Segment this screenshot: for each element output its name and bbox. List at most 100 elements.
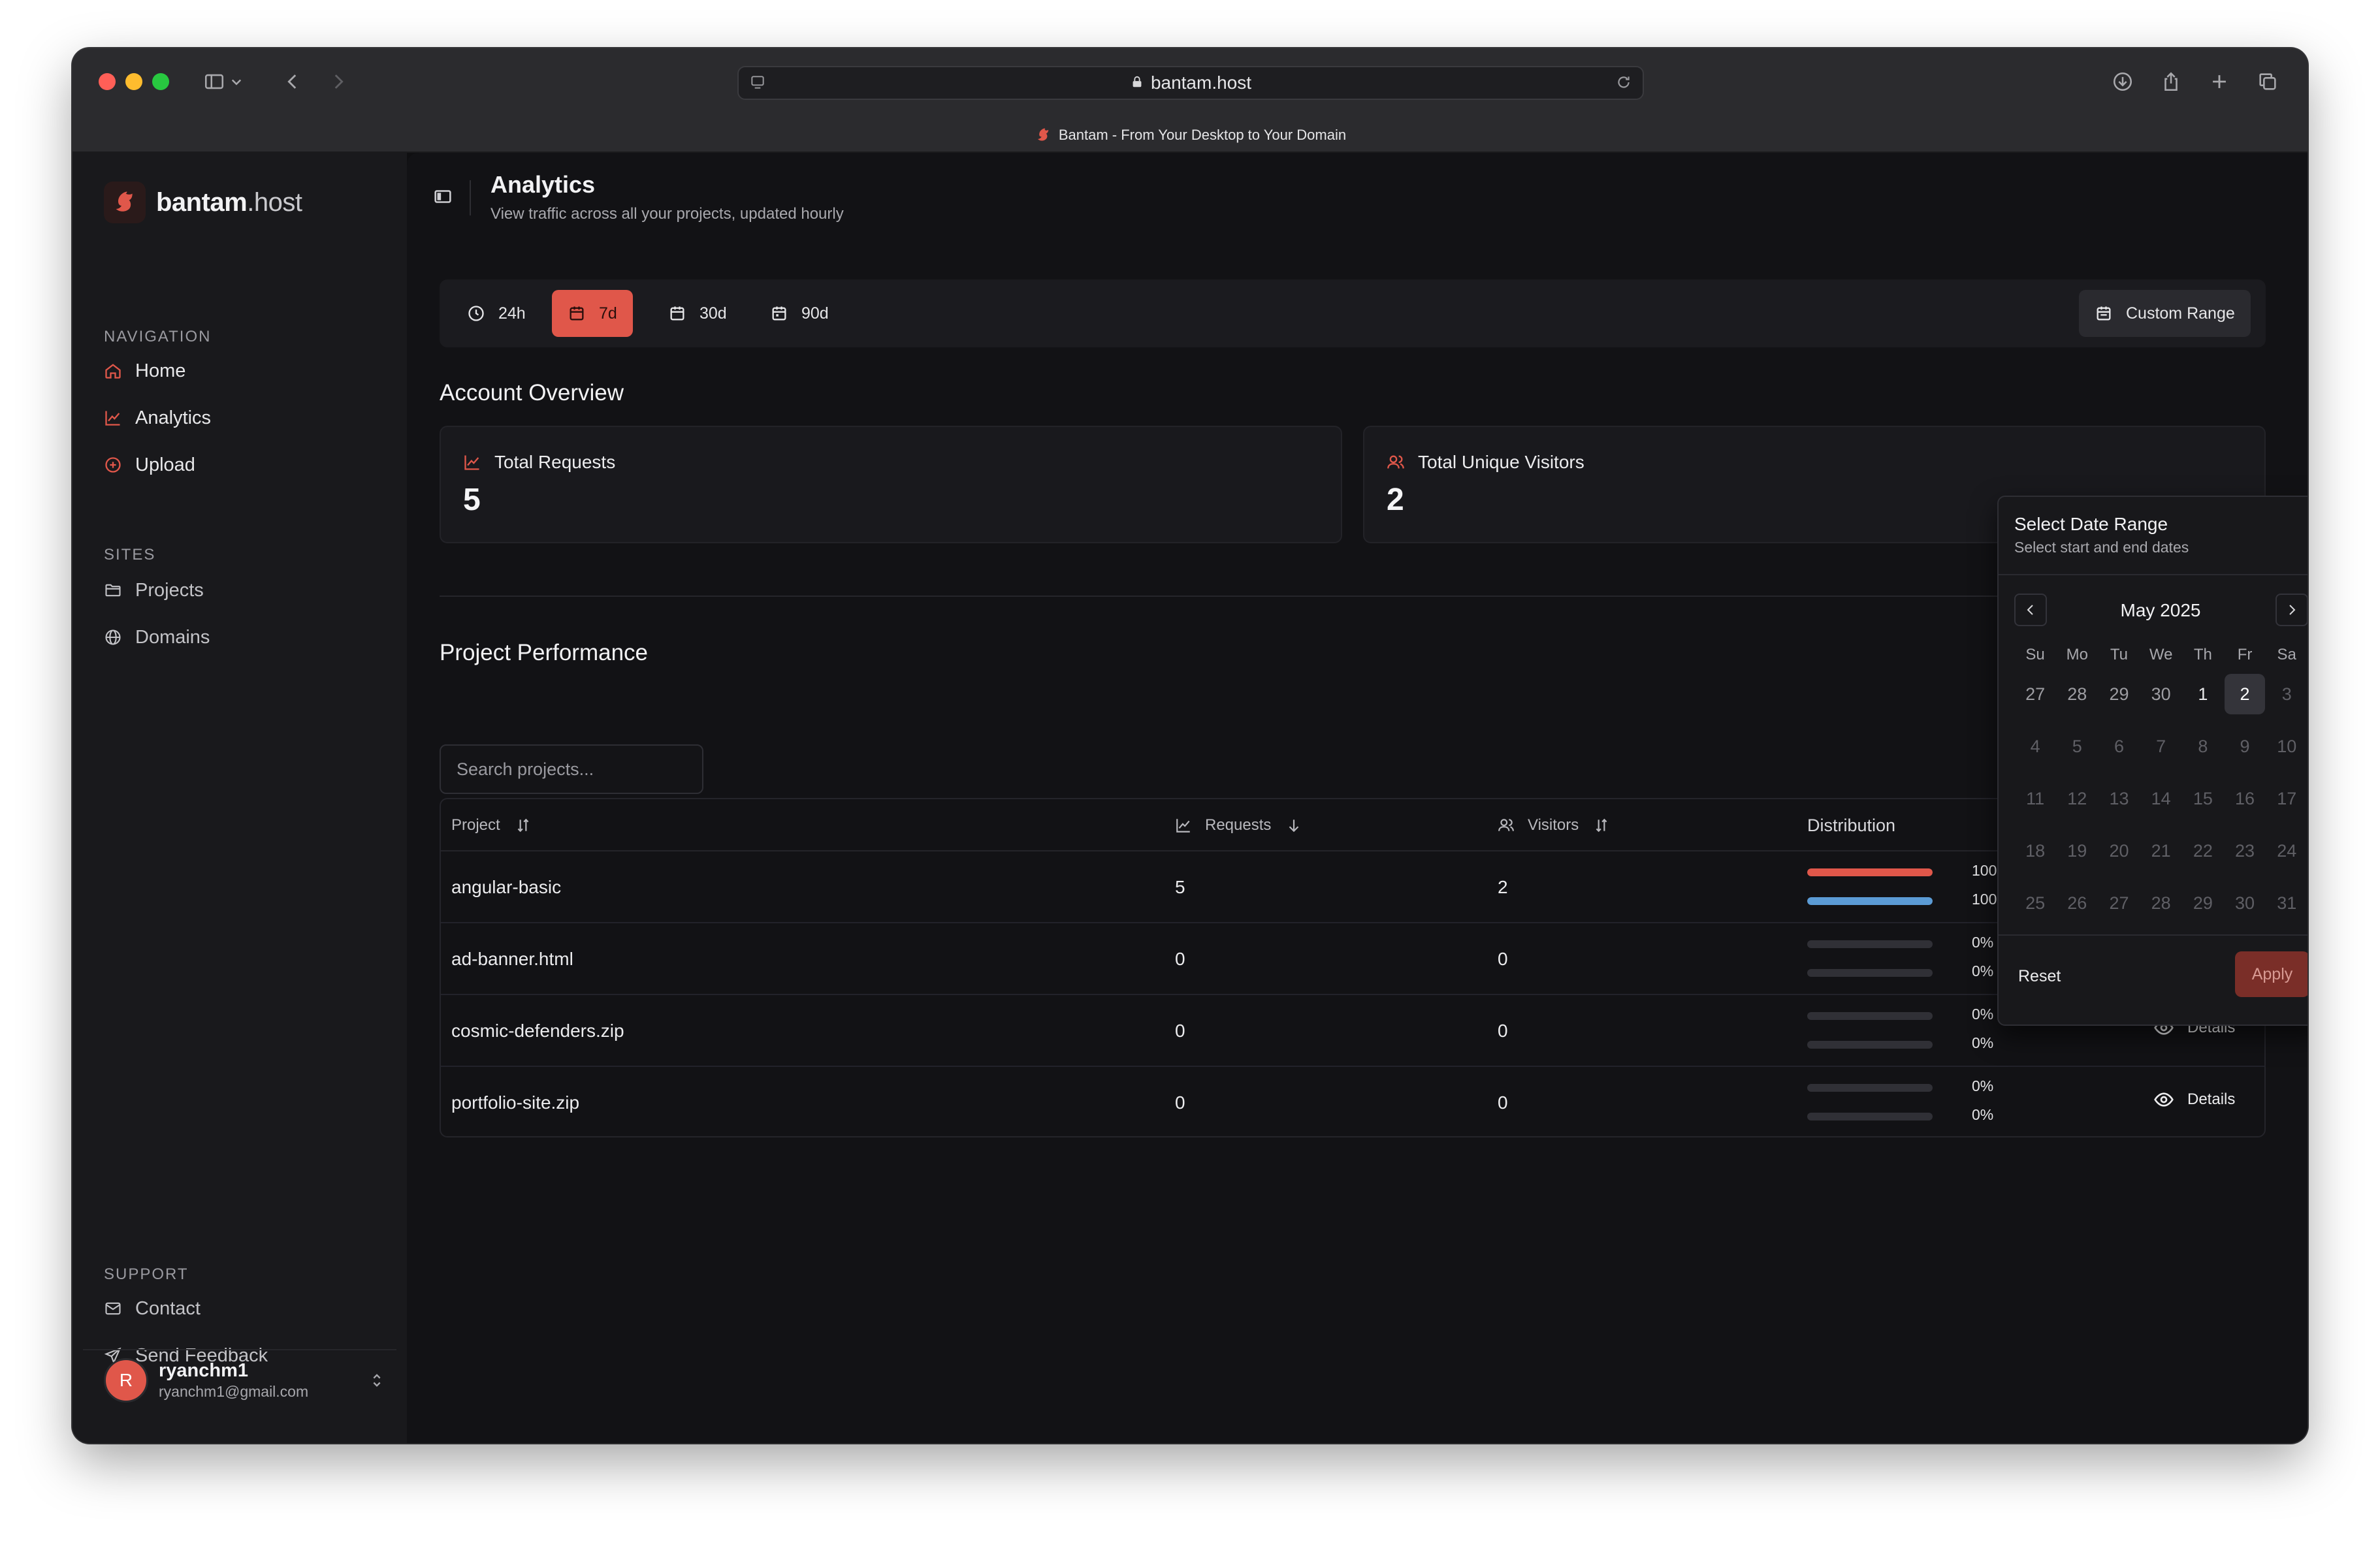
calendar-icon <box>670 306 684 321</box>
back-arrow-icon[interactable] <box>278 67 308 97</box>
range-button-7d[interactable]: 7d <box>552 290 633 337</box>
popover-footer-divider <box>1999 934 2308 936</box>
range-button-90d[interactable]: 90d <box>754 290 844 337</box>
table-row[interactable]: ad-banner.html 0 0 0% 0% Details <box>441 923 2264 995</box>
calendar-week: 18 19 20 21 22 23 24 <box>2014 825 2308 877</box>
chart-line-icon <box>105 411 120 426</box>
chart-line-icon <box>464 455 479 470</box>
calendar-day: 26 <box>2067 893 2087 913</box>
active-tab[interactable]: Bantam - From Your Desktop to Your Domai… <box>72 118 2308 153</box>
close-window-button[interactable] <box>99 73 116 90</box>
page-settings-icon[interactable] <box>749 74 766 95</box>
calendar-day: 13 <box>2109 788 2129 808</box>
brand-name: bantam.host <box>156 187 302 217</box>
table-row[interactable]: angular-basic 5 2 100% 100% Details <box>441 851 2264 923</box>
users-icon <box>1498 819 1514 831</box>
range-button-24h[interactable]: 24h <box>451 290 541 337</box>
chevron-down-icon[interactable] <box>227 67 246 97</box>
tab-overview-icon[interactable] <box>2253 67 2283 97</box>
reset-button[interactable]: Reset <box>2018 967 2061 986</box>
eye-icon <box>2154 1092 2174 1107</box>
search-input[interactable] <box>440 744 703 794</box>
details-button[interactable]: Details <box>2153 1089 2235 1110</box>
sidebar-item-projects[interactable]: Projects <box>104 576 204 605</box>
calendar-day[interactable]: 29 <box>2098 668 2140 720</box>
weekday-label: Fr <box>2237 646 2253 663</box>
calendar-day: 4 <box>2030 736 2040 756</box>
weekday-label: Th <box>2193 646 2212 663</box>
column-header-project[interactable]: Project <box>451 799 532 851</box>
table-row[interactable]: portfolio-site.zip 0 0 0% 0% Details <box>441 1067 2264 1136</box>
app-root: bantam.host NAVIGATION Home Analytics Up… <box>72 153 2308 1443</box>
header-divider <box>470 180 471 215</box>
calendar-day: 23 <box>2235 840 2255 861</box>
sidebar-item-contact[interactable]: Contact <box>104 1294 201 1323</box>
calendar-day: 9 <box>2240 736 2250 756</box>
sidebar-toggle-icon[interactable] <box>199 67 229 97</box>
calendar-day-selected[interactable]: 2 <box>2224 668 2266 720</box>
column-header-requests[interactable]: Requests <box>1175 799 1302 851</box>
sidebar-item-upload[interactable]: Upload <box>104 451 195 479</box>
visitors-value: 0 <box>1498 1092 1508 1113</box>
unique-visitors-value: 2 <box>1387 483 1404 517</box>
reload-icon[interactable] <box>1615 74 1632 95</box>
visitors-distribution-bar <box>1807 969 1933 977</box>
sidebar-footer-divider <box>83 1349 396 1350</box>
sidebar-item-home[interactable]: Home <box>104 357 185 385</box>
total-requests-card: Total Requests 5 <box>440 426 1342 543</box>
weekday-label: Su <box>2025 646 2045 663</box>
calendar-day[interactable]: 27 <box>2014 668 2056 720</box>
panel-toggle-icon[interactable] <box>432 185 454 208</box>
sidebar-item-domains[interactable]: Domains <box>104 623 210 652</box>
popover-subtitle: Select start and end dates <box>2014 539 2189 556</box>
sidebar-item-analytics[interactable]: Analytics <box>104 404 211 432</box>
visitors-distribution-bar <box>1807 897 1933 905</box>
forward-arrow-icon[interactable] <box>323 67 353 97</box>
minimize-window-button[interactable] <box>125 73 142 90</box>
address-bar[interactable]: bantam.host <box>737 66 1644 100</box>
time-range-bar: 24h 7d 30d 90d Custom Range <box>440 279 2266 347</box>
calendar-day: 31 <box>2277 893 2297 913</box>
support-heading: SUPPORT <box>104 1265 189 1283</box>
table-row[interactable]: cosmic-defenders.zip 0 0 0% 0% Details <box>441 995 2264 1067</box>
calendar-day[interactable]: 28 <box>2056 668 2098 720</box>
apply-button[interactable]: Apply <box>2235 951 2308 997</box>
calendar-range-icon <box>2097 306 2111 321</box>
next-month-button[interactable] <box>2275 594 2308 626</box>
avatar: R <box>104 1358 148 1403</box>
sites-heading: SITES <box>104 546 156 564</box>
bantam-logo-icon <box>104 182 146 223</box>
new-tab-icon[interactable] <box>2204 67 2234 97</box>
mail-icon <box>105 1302 121 1315</box>
column-header-visitors[interactable]: Visitors <box>1498 799 1610 851</box>
visitors-value: 0 <box>1498 1021 1508 1041</box>
share-icon[interactable] <box>2156 67 2186 97</box>
arrow-down-icon <box>1289 819 1299 833</box>
calendar-day[interactable]: 1 <box>2182 668 2224 720</box>
visitors-pct: 0% <box>1972 1034 1994 1051</box>
calendar-week: 25 26 27 28 29 30 31 <box>2014 877 2308 929</box>
calendar-day: 30 <box>2235 893 2255 913</box>
projects-table: Project Requests Visitors Distribution a… <box>440 798 2266 1137</box>
user-info: ryanchm1 ryanchm1@gmail.com <box>159 1360 368 1401</box>
user-name: ryanchm1 <box>159 1360 249 1381</box>
calendar-day: 29 <box>2193 893 2213 913</box>
unique-visitors-label: Total Unique Visitors <box>1418 452 1584 472</box>
bantam-logo-icon <box>1037 128 1049 141</box>
custom-range-button[interactable]: Custom Range <box>2079 290 2251 337</box>
calendar-days-icon <box>772 306 786 321</box>
download-icon[interactable] <box>2108 67 2138 97</box>
zoom-window-button[interactable] <box>152 73 169 90</box>
chevrons-up-down-icon[interactable] <box>368 1371 386 1390</box>
brand[interactable]: bantam.host <box>104 182 302 223</box>
requests-distribution-bar <box>1807 1084 1933 1092</box>
folder-icon <box>105 584 121 597</box>
project-name: portfolio-site.zip <box>451 1092 580 1113</box>
requests-distribution-bar <box>1807 868 1933 876</box>
calendar-day[interactable]: 30 <box>2140 668 2182 720</box>
visitors-value: 0 <box>1498 949 1508 969</box>
home-icon <box>105 364 121 379</box>
user-menu[interactable]: R ryanchm1 ryanchm1@gmail.com <box>104 1354 386 1406</box>
chart-line-icon <box>1176 819 1190 833</box>
range-button-30d[interactable]: 30d <box>652 290 743 337</box>
